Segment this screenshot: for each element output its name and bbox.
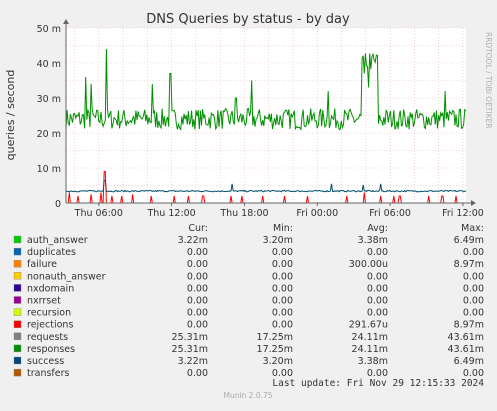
- legend-swatch: [13, 344, 22, 353]
- legend-swatch: [13, 332, 22, 340]
- legend-label: transfers: [27, 368, 70, 379]
- legend-max: 6.49m: [454, 356, 484, 367]
- legend-cur: 0.00: [187, 271, 208, 282]
- legend-cur: 3.22m: [178, 356, 208, 367]
- legend-min: 0.00: [272, 283, 293, 294]
- legend-min: 0.00: [272, 247, 293, 258]
- legend-cur: 0.00: [187, 283, 208, 294]
- legend-cur: 0.00: [187, 368, 208, 379]
- legend-header-max: Max:: [461, 223, 484, 234]
- legend-swatch: [13, 247, 22, 256]
- legend-header-min: Min:: [273, 223, 293, 234]
- legend-cur: 25.31m: [172, 344, 208, 355]
- legend-swatch: [13, 296, 22, 304]
- legend-min: 0.00: [272, 259, 293, 270]
- legend-max: 8.97m: [454, 259, 484, 270]
- legend-swatch: [13, 260, 22, 268]
- legend-avg: 3.38m: [358, 356, 388, 367]
- legend-avg: 0.00: [367, 271, 388, 282]
- y-tick-label: 0: [55, 199, 61, 210]
- y-tick-label: 30 m: [37, 94, 61, 105]
- legend-label: success: [27, 356, 64, 367]
- legend-max: 6.49m: [454, 235, 484, 246]
- y-tick-label: 20 m: [37, 129, 61, 140]
- y-tick-label: 50 m: [37, 24, 61, 35]
- legend-header-cur: Cur:: [188, 223, 208, 234]
- legend-max: 0.00: [463, 296, 484, 307]
- legend-max: 8.97m: [454, 320, 484, 331]
- legend-cur: 25.31m: [172, 332, 208, 343]
- legend-swatch: [13, 235, 22, 244]
- legend-cur: 0.00: [187, 308, 208, 319]
- legend-label: nxdomain: [27, 283, 74, 294]
- legend-label: requests: [27, 332, 68, 343]
- legend-max: 0.00: [463, 247, 484, 258]
- legend-avg: 0.00: [367, 283, 388, 294]
- legend-avg: 291.67u: [349, 320, 388, 331]
- legend-min: 3.20m: [263, 356, 293, 367]
- legend-min: 0.00: [272, 271, 293, 282]
- legend-label: nxrrset: [27, 296, 61, 307]
- legend-avg: 3.38m: [358, 235, 388, 246]
- legend-avg: 300.00u: [349, 259, 388, 270]
- chart-svg: DNS Queries by status - by day RRDTOOL /…: [0, 0, 497, 407]
- legend-swatch: [13, 284, 22, 292]
- legend-max: 0.00: [463, 271, 484, 282]
- munin-graph: DNS Queries by status - by day RRDTOOL /…: [0, 0, 497, 407]
- x-tick-label: Thu 18:00: [219, 208, 268, 219]
- x-tick-label: Fri 12:00: [442, 208, 484, 219]
- legend-header-avg: Avg:: [367, 223, 388, 234]
- legend-min: 3.20m: [263, 235, 293, 246]
- x-tick-label: Fri 06:00: [369, 208, 411, 219]
- x-tick-label: Thu 12:00: [146, 208, 195, 219]
- legend-label: nonauth_answer: [27, 271, 106, 282]
- legend-avg: 0.00: [367, 308, 388, 319]
- legend-swatch: [13, 320, 22, 328]
- legend-cur: 0.00: [187, 320, 208, 331]
- legend-swatch: [13, 308, 22, 316]
- legend-cur: 0.00: [187, 296, 208, 307]
- legend-max: 43.61m: [448, 332, 484, 343]
- x-tick-label: Thu 06:00: [74, 208, 123, 219]
- legend-cur: 3.22m: [178, 235, 208, 246]
- legend-label: auth_answer: [27, 235, 88, 246]
- legend-avg: 0.00: [367, 296, 388, 307]
- rrdtool-watermark: RRDTOOL / TOBI OETIKER: [484, 32, 493, 129]
- munin-version-footer: Munin 2.0.75: [223, 391, 272, 400]
- chart-title: DNS Queries by status - by day: [146, 12, 350, 27]
- legend-swatch: [13, 368, 22, 377]
- legend-avg: 24.11m: [352, 332, 388, 343]
- legend-min: 17.25m: [257, 344, 293, 355]
- legend-label: rejections: [27, 320, 73, 331]
- x-tick-label: Fri 00:00: [296, 208, 338, 219]
- legend-avg: 24.11m: [352, 344, 388, 355]
- legend-min: 17.25m: [257, 332, 293, 343]
- legend-cur: 0.00: [187, 247, 208, 258]
- legend-label: responses: [27, 344, 75, 355]
- legend-label: duplicates: [27, 247, 76, 258]
- y-axis-label: queries / second: [4, 70, 17, 161]
- legend-min: 0.00: [272, 296, 293, 307]
- legend-max: 43.61m: [448, 344, 484, 355]
- legend-swatch: [13, 356, 22, 365]
- legend-label: recursion: [27, 308, 71, 319]
- legend-max: 0.00: [463, 308, 484, 319]
- legend-avg: 0.00: [367, 247, 388, 258]
- legend-swatch: [13, 272, 22, 280]
- legend-label: failure: [27, 259, 57, 270]
- y-tick-label: 40 m: [37, 59, 61, 70]
- last-update: Last update: Fri Nov 29 12:15:33 2024: [272, 378, 484, 389]
- legend-min: 0.00: [272, 308, 293, 319]
- legend-min: 0.00: [272, 320, 293, 331]
- legend-max: 0.00: [463, 283, 484, 294]
- y-tick-label: 10 m: [37, 164, 61, 175]
- legend-cur: 0.00: [187, 259, 208, 270]
